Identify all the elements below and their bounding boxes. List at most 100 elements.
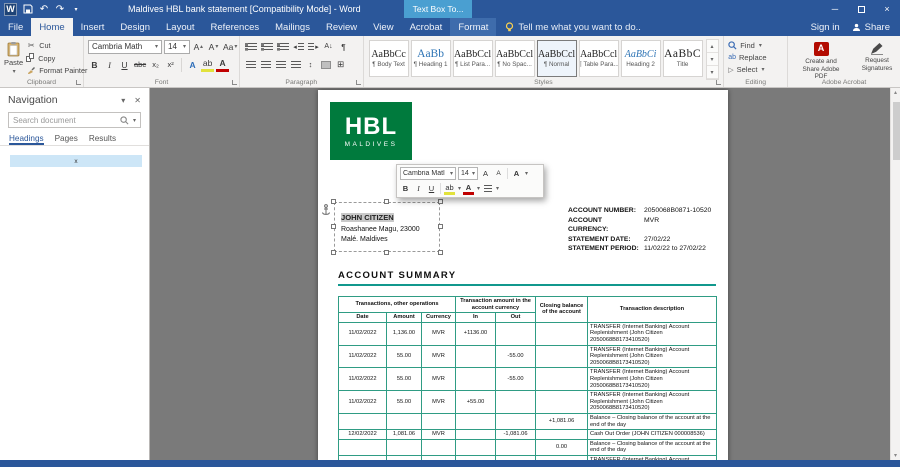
address-text-box[interactable]: JOHN CITIZEN Roashanee Magu, 23000 Malé.… [331, 199, 443, 255]
paste-button[interactable]: Paste ▾ [4, 39, 23, 75]
align-right-button[interactable] [274, 57, 287, 72]
resize-handle[interactable] [331, 224, 336, 229]
mini-grow-font-button[interactable]: A [480, 167, 491, 180]
create-share-pdf-button[interactable]: A Create and Share Adobe PDF [796, 40, 846, 81]
restore-button[interactable] [848, 0, 874, 18]
contextual-tab-group-label[interactable]: Text Box To... [403, 0, 473, 18]
nav-search-box[interactable]: ▾ [8, 112, 141, 128]
resize-handle[interactable] [384, 250, 389, 255]
clipboard-dialog-launcher[interactable] [76, 80, 81, 85]
grow-font-button[interactable]: A ▾ [192, 39, 205, 54]
styles-scroll-up-icon[interactable]: ▴ [706, 40, 718, 53]
align-center-button[interactable] [259, 57, 272, 72]
sign-in-link[interactable]: Sign in [811, 22, 840, 33]
select-button[interactable]: ▷ Select ▾ [728, 65, 766, 74]
change-case-button[interactable]: Aa ▾ [222, 39, 238, 54]
nav-selected-heading[interactable]: x [10, 155, 142, 167]
style-item[interactable]: AaBbCcl ¶ No Spac... [494, 40, 535, 77]
ribbon-tab[interactable]: Acrobat [402, 18, 451, 36]
justify-button[interactable] [289, 57, 302, 72]
mini-font-name-combo[interactable]: Cambria Matl ▾ [400, 167, 456, 180]
ribbon-tab[interactable]: Format [450, 18, 497, 36]
strikethrough-button[interactable]: abc [133, 57, 147, 72]
resize-handle[interactable] [384, 199, 389, 204]
italic-button[interactable]: I [103, 57, 116, 72]
mini-highlight-button[interactable]: ab [444, 182, 455, 195]
subscript-button[interactable]: x₂ [149, 57, 162, 72]
ribbon-tab[interactable]: Mailings [267, 18, 318, 36]
tell-me-box[interactable]: Tell me what you want to do.. [496, 18, 650, 36]
scroll-down-icon[interactable]: ▾ [894, 452, 897, 459]
resize-handle[interactable] [438, 250, 443, 255]
mini-shrink-font-button[interactable]: A [493, 167, 504, 180]
undo-icon[interactable]: ↶ [39, 2, 49, 16]
mini-font-color-button[interactable]: A [463, 182, 475, 195]
resize-handle[interactable] [331, 250, 336, 255]
mini-list-button[interactable] [482, 182, 493, 195]
nav-options-icon[interactable]: ▾ [121, 96, 125, 105]
decrease-indent-button[interactable]: ◂ [292, 39, 305, 54]
shrink-font-button[interactable]: A ▾ [207, 39, 220, 54]
highlight-button[interactable]: ab [201, 57, 215, 72]
style-item[interactable]: AaBbCi Heading 2 [620, 40, 661, 77]
shading-button[interactable] [319, 57, 332, 72]
styles-dialog-launcher[interactable] [716, 80, 722, 85]
font-name-combo[interactable]: Cambria Math ▾ [88, 39, 162, 54]
font-size-combo[interactable]: 14 ▾ [164, 39, 190, 54]
paragraph-dialog-launcher[interactable] [355, 80, 361, 85]
nav-tab[interactable]: Results [89, 134, 116, 145]
multilevel-list-button[interactable] [276, 39, 290, 54]
qat-customize-icon[interactable]: ▾ [71, 2, 81, 16]
ribbon-tab[interactable]: Home [31, 18, 73, 36]
style-item[interactable]: AaBbCcl ¶ Normal [536, 40, 577, 77]
nav-tab[interactable]: Pages [55, 134, 78, 145]
style-item[interactable]: AaBbCc ¶ Body Text [368, 40, 409, 77]
bold-button[interactable]: B [88, 57, 101, 72]
ribbon-tab[interactable]: Review [318, 18, 365, 36]
redo-icon[interactable]: ↷ [55, 2, 65, 16]
save-icon[interactable] [23, 2, 33, 16]
show-marks-button[interactable]: ¶ [337, 39, 350, 54]
text-effects-button[interactable]: A [186, 57, 199, 72]
request-signatures-button[interactable]: Request Signatures [852, 40, 900, 81]
find-button[interactable]: Find ▾ [728, 41, 766, 50]
resize-handle[interactable] [438, 199, 443, 204]
nav-tab[interactable]: Headings [9, 134, 44, 145]
resize-handle[interactable] [331, 199, 336, 204]
share-button[interactable]: Share [852, 22, 890, 33]
cut-button[interactable]: ✂ Cut [26, 41, 87, 50]
styles-more-icon[interactable]: ▾ [706, 66, 718, 79]
vertical-scrollbar[interactable]: ▴ ▾ [890, 88, 900, 460]
style-item[interactable]: AaBbC Title [662, 40, 703, 77]
mini-styles-button[interactable]: A [511, 167, 522, 180]
sort-button[interactable]: A↓ [322, 39, 335, 54]
ribbon-tab[interactable]: Insert [73, 18, 113, 36]
ribbon-tab[interactable]: References [203, 18, 268, 36]
styles-scroll-down-icon[interactable]: ▾ [706, 53, 718, 66]
font-dialog-launcher[interactable] [232, 80, 237, 85]
replace-button[interactable]: ab Replace [728, 53, 766, 62]
underline-button[interactable]: U [118, 57, 131, 72]
format-painter-button[interactable]: Format Painter [26, 66, 87, 75]
style-item[interactable]: AaBb ¶ Heading 1 [410, 40, 451, 77]
word-logo-icon[interactable]: W [4, 2, 17, 16]
mini-bold-button[interactable]: B [400, 182, 411, 195]
bullets-button[interactable] [244, 39, 258, 54]
align-left-button[interactable] [244, 57, 257, 72]
ribbon-tab[interactable]: View [365, 18, 401, 36]
scroll-up-icon[interactable]: ▴ [894, 89, 897, 96]
increase-indent-button[interactable]: ▸ [307, 39, 320, 54]
ribbon-tab[interactable]: Layout [158, 18, 203, 36]
close-button[interactable]: × [874, 0, 900, 18]
scrollbar-thumb[interactable] [892, 102, 900, 160]
search-input[interactable] [13, 115, 117, 125]
copy-button[interactable]: Copy [26, 53, 87, 63]
mini-font-size-combo[interactable]: 14 ▾ [458, 167, 478, 180]
style-item[interactable]: AaBbCcl ¶ Table Para... [578, 40, 619, 77]
minimize-button[interactable]: ─ [822, 0, 848, 18]
ribbon-tab[interactable]: Design [112, 18, 158, 36]
ribbon-tab[interactable]: File [0, 18, 31, 36]
mini-underline-button[interactable]: U [426, 182, 437, 195]
mini-italic-button[interactable]: I [413, 182, 424, 195]
superscript-button[interactable]: x² [164, 57, 177, 72]
